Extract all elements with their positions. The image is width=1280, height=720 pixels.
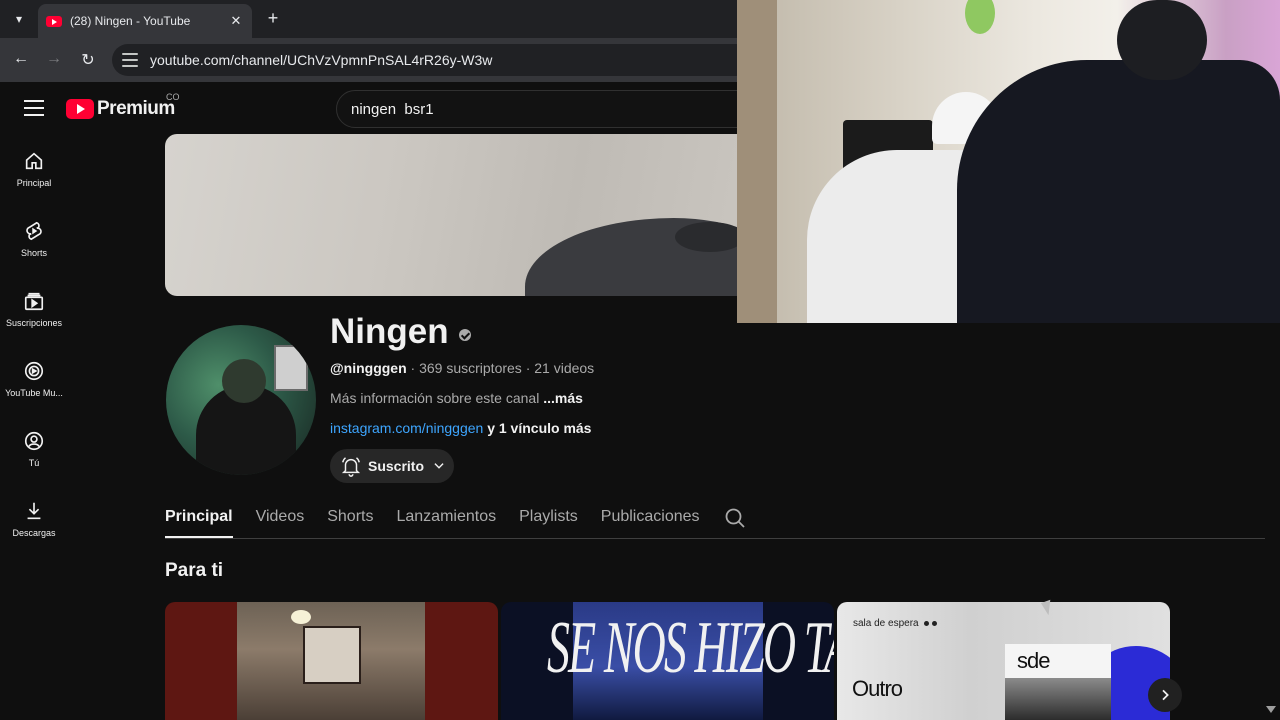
thumbnail-label-text: sala de espera (853, 618, 919, 629)
reload-button[interactable]: ↻ (77, 50, 99, 70)
country-code: CO (166, 92, 180, 102)
banner-cap-shape (675, 222, 737, 252)
youtube-logo-icon (66, 99, 94, 119)
tab-lanzamientos[interactable]: Lanzamientos (396, 498, 496, 538)
channel-avatar[interactable] (166, 325, 316, 475)
thumbnail-title: Outro (852, 676, 903, 701)
tab-playlists[interactable]: Playlists (519, 498, 578, 538)
new-tab-button[interactable]: + (262, 8, 284, 29)
forward-button[interactable]: → (43, 50, 65, 68)
thumbnail-card-image (1005, 678, 1111, 720)
overlay-plant (965, 0, 995, 34)
channel-meta: @ningggen · 369 suscriptores · 21 videos (330, 360, 594, 376)
thumbnail-poster (303, 626, 361, 684)
guide-label: Suscripciones (5, 318, 63, 328)
video-thumbnail[interactable] (165, 602, 498, 720)
back-button[interactable]: ← (10, 50, 32, 68)
video-thumbnail[interactable]: sala de espera Outro sde (837, 602, 1170, 720)
overlay-wall (737, 0, 777, 323)
thumbnail-card-text: sde (1017, 648, 1050, 673)
overlay-person-head (1117, 0, 1207, 80)
guide-item-shorts[interactable]: Shorts (0, 204, 68, 274)
thumbnail-label: sala de espera (853, 618, 938, 629)
avatar-frame-detail (274, 345, 308, 391)
bell-icon (341, 457, 361, 477)
tab-principal[interactable]: Principal (165, 498, 233, 538)
channel-banner (165, 134, 737, 296)
guide-label: YouTube Mu... (5, 388, 63, 398)
youtube-favicon-icon (46, 15, 62, 27)
you-icon (24, 431, 44, 451)
youtube-music-icon (24, 361, 44, 381)
instagram-link[interactable]: instagram.com/ningggen (330, 420, 483, 436)
shorts-icon (26, 221, 42, 241)
guide-item-descargas[interactable]: Descargas (0, 484, 68, 554)
subscribed-label: Suscrito (368, 458, 425, 474)
thumbnail-card: sde (1005, 644, 1111, 720)
tab-close-icon[interactable]: ✕ (228, 13, 244, 29)
avatar-head (222, 359, 266, 403)
address-url[interactable]: youtube.com/channel/UChVzVpmnPnSAL4rR26y… (150, 52, 492, 68)
guide-item-principal[interactable]: Principal (0, 134, 68, 204)
chevron-down-icon: ▾ (15, 12, 23, 26)
subscribed-button[interactable]: Suscrito (330, 449, 454, 483)
more-links-button[interactable]: y 1 vínculo más (483, 420, 591, 436)
search-box[interactable] (336, 90, 756, 128)
channel-about[interactable]: Más información sobre este canal ...más (330, 390, 583, 406)
about-text: Más información sobre este canal (330, 390, 544, 406)
search-icon[interactable] (723, 506, 747, 530)
section-title: Para ti (165, 560, 224, 581)
tab-search-menu-button[interactable]: ▾ (6, 6, 32, 32)
search-input[interactable] (351, 100, 731, 118)
channel-name: Ningen (330, 312, 471, 352)
thumbnail-title-art: SE NOS HIZO TARDE (547, 607, 834, 689)
guide-label: Principal (16, 178, 52, 188)
subscriptions-icon (24, 292, 44, 311)
guide-item-youtube-music[interactable]: YouTube Mu... (0, 344, 68, 414)
chevron-down-icon (434, 463, 444, 469)
overlay-person-dark (957, 60, 1280, 323)
thumbnail-lamp (291, 610, 311, 624)
thumbnail-image (237, 602, 425, 720)
channel-tabs: Principal Videos Shorts Lanzamientos Pla… (165, 498, 747, 538)
scrollbar-down-arrow[interactable] (1266, 706, 1276, 713)
channel-handle: @ningggen (330, 360, 407, 376)
guide-item-tu[interactable]: Tú (0, 414, 68, 484)
home-icon (25, 152, 43, 170)
tabs-divider (165, 538, 1265, 539)
channel-links: instagram.com/ningggen y 1 vínculo más (330, 420, 591, 436)
channel-name-text: Ningen (330, 312, 449, 351)
browser-tab[interactable]: (28) Ningen - YouTube ✕ (38, 4, 252, 38)
webcam-overlay (737, 0, 1280, 323)
menu-icon[interactable] (24, 100, 44, 116)
video-thumbnail[interactable]: SE NOS HIZO TARDE (501, 602, 834, 720)
browser-tab-title: (28) Ningen - YouTube (70, 14, 191, 28)
youtube-premium-logo[interactable]: Premium CO (66, 92, 180, 120)
guide-label: Tú (28, 458, 40, 468)
dot-icon (924, 621, 930, 626)
tab-publicaciones[interactable]: Publicaciones (601, 498, 700, 538)
guide-label: Shorts (20, 248, 47, 258)
tab-videos[interactable]: Videos (256, 498, 305, 538)
about-more-link[interactable]: ...más (543, 390, 583, 406)
guide-label: Descargas (12, 528, 56, 538)
logo-text: Premium (97, 98, 175, 119)
dot-icon (932, 621, 938, 626)
tab-shorts[interactable]: Shorts (327, 498, 373, 538)
chevron-right-icon (1162, 689, 1169, 701)
verified-badge-icon (458, 329, 471, 341)
address-bar[interactable]: youtube.com/channel/UChVzVpmnPnSAL4rR26y… (112, 44, 752, 76)
mini-guide: Principal Shorts Suscripciones YouTube M… (0, 134, 68, 554)
downloads-icon (27, 502, 41, 520)
site-settings-icon[interactable] (122, 53, 138, 67)
guide-item-suscripciones[interactable]: Suscripciones (0, 274, 68, 344)
carousel-next-button[interactable] (1148, 678, 1182, 712)
channel-stats: · 369 suscriptores · 21 videos (406, 360, 595, 376)
